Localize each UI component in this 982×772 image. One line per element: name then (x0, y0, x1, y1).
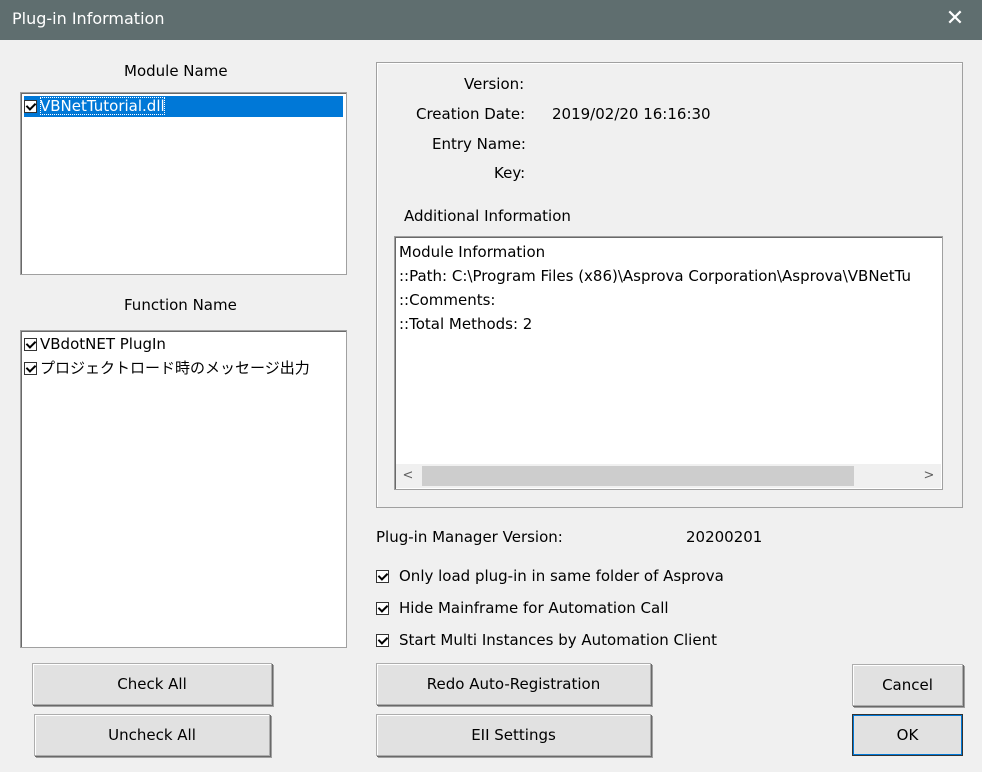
function-item-label: VBdotNET PlugIn (40, 335, 166, 353)
only-load-same-folder-checkbox[interactable]: Only load plug-in in same folder of Aspr… (376, 566, 724, 586)
module-listbox[interactable]: VBNetTutorial.dll (20, 92, 347, 275)
close-icon[interactable]: ✕ (942, 6, 968, 32)
creation-date-value: 2019/02/20 16:16:30 (552, 105, 711, 123)
function-listbox[interactable]: VBdotNET PlugIn プロジェクトロード時のメッセージ出力 (20, 330, 347, 648)
eii-settings-button[interactable]: EII Settings (376, 714, 651, 756)
function-name-header: Function Name (124, 296, 237, 314)
only-load-same-folder-label: Only load plug-in in same folder of Aspr… (399, 567, 724, 585)
title-bar: Plug-in Information ✕ (0, 0, 982, 40)
checkbox-checked-icon[interactable] (24, 338, 37, 351)
info-line: ::Comments: (399, 291, 496, 309)
entry-name-label: Entry Name: (432, 135, 526, 153)
creation-date-label: Creation Date: (416, 105, 526, 123)
info-line: ::Path: C:\Program Files (x86)\Asprova C… (399, 267, 912, 285)
scroll-right-icon[interactable]: > (917, 464, 941, 488)
check-all-button[interactable]: Check All (32, 663, 272, 705)
info-line: ::Total Methods: 2 (399, 315, 533, 333)
ok-button[interactable]: OK (852, 714, 963, 756)
key-label: Key: (494, 164, 526, 182)
hide-mainframe-checkbox[interactable]: Hide Mainframe for Automation Call (376, 598, 669, 618)
scrollbar-thumb[interactable] (422, 466, 854, 486)
info-line: Module Information (399, 243, 546, 261)
additional-info-label: Additional Information (404, 207, 571, 225)
check-all-label: Check All (117, 675, 187, 693)
uncheck-all-label: Uncheck All (108, 726, 196, 744)
manager-version-value: 20200201 (686, 528, 763, 546)
module-item[interactable]: VBNetTutorial.dll (24, 96, 343, 117)
hide-mainframe-label: Hide Mainframe for Automation Call (399, 599, 669, 617)
checkbox-checked-icon[interactable] (24, 100, 37, 113)
scroll-left-icon[interactable]: < (396, 464, 420, 488)
checkbox-checked-icon[interactable] (376, 570, 389, 583)
checkbox-checked-icon[interactable] (376, 634, 389, 647)
module-item-label: VBNetTutorial.dll (40, 97, 165, 115)
uncheck-all-button[interactable]: Uncheck All (34, 714, 270, 756)
function-item-label: プロジェクトロード時のメッセージ出力 (40, 359, 310, 377)
cancel-label: Cancel (882, 676, 933, 694)
module-name-header: Module Name (124, 62, 228, 80)
additional-info-textarea[interactable]: Module Information ::Path: C:\Program Fi… (394, 236, 943, 490)
ok-label: OK (896, 726, 919, 744)
eii-settings-label: EII Settings (471, 726, 556, 744)
manager-version-label: Plug-in Manager Version: (376, 528, 563, 546)
start-multi-instances-label: Start Multi Instances by Automation Clie… (399, 631, 717, 649)
checkbox-checked-icon[interactable] (376, 602, 389, 615)
function-item[interactable]: VBdotNET PlugIn (24, 334, 166, 355)
window-title: Plug-in Information (12, 9, 165, 28)
checkbox-checked-icon[interactable] (24, 362, 37, 375)
horizontal-scrollbar[interactable]: < > (396, 464, 941, 488)
version-label: Version: (464, 75, 525, 93)
cancel-button[interactable]: Cancel (852, 664, 963, 706)
redo-auto-registration-label: Redo Auto-Registration (426, 675, 601, 693)
redo-auto-registration-button[interactable]: Redo Auto-Registration (376, 663, 651, 705)
function-item[interactable]: プロジェクトロード時のメッセージ出力 (24, 358, 310, 379)
start-multi-instances-checkbox[interactable]: Start Multi Instances by Automation Clie… (376, 630, 717, 650)
